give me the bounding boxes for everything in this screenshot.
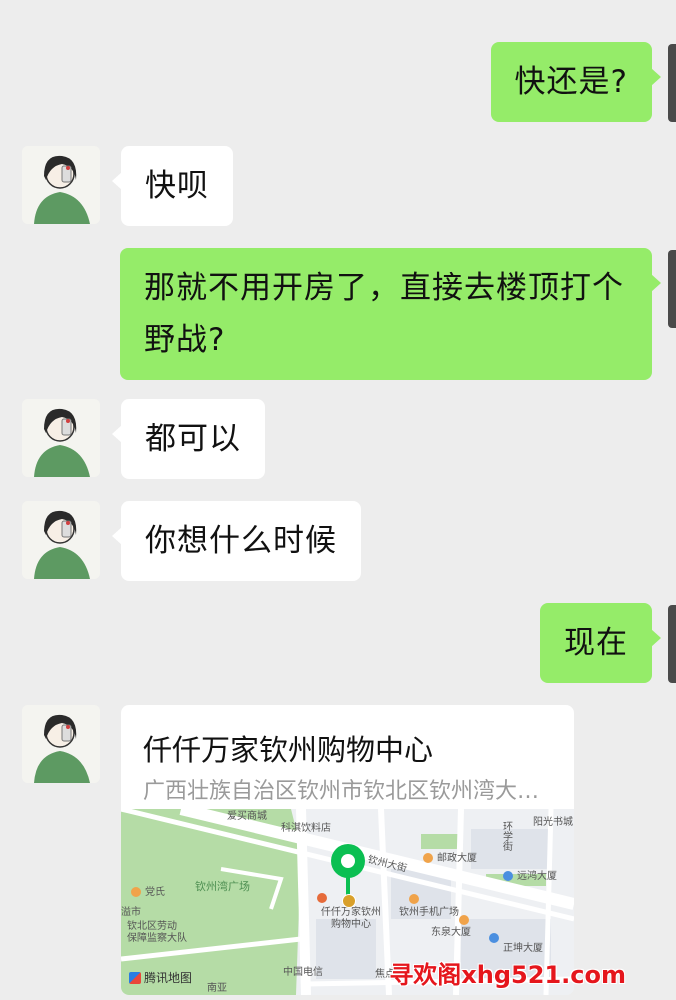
message-row: 快呗 [0,146,676,226]
message-text: 那就不用开房了，直接去楼顶打个野战? [144,270,624,358]
map-label: 钦州湾广场 [195,880,250,893]
map-label: 阳光书城 [533,817,573,828]
poi-marker [489,933,499,943]
map-label: 东泉大厦 [431,927,471,938]
contact-avatar[interactable] [22,501,100,579]
map-label: 钦北区劳动 保障监察大队 [127,921,187,944]
location-pin-icon [331,844,365,878]
avatar-illustration [22,705,100,783]
contact-avatar[interactable] [22,705,100,783]
avatar-illustration [22,501,100,579]
map-label: 远鸿大厦 [517,871,557,882]
message-row: 那就不用开房了，直接去楼顶打个野战? [0,248,676,380]
message-text: 都可以 [145,421,241,457]
map-label: 溢市 [121,907,141,918]
message-bubble-outgoing[interactable]: 现在 [540,603,661,683]
message-text: 现在 [564,625,628,661]
message-row: 你想什么时候 [0,501,676,581]
message-bubble-outgoing[interactable]: 快还是? [490,42,662,122]
message-text: 快呗 [145,168,209,204]
location-title: 仟仟万家钦州购物中心 [143,733,434,767]
map-label: 中国电信 [283,967,323,978]
my-avatar[interactable] [668,250,676,328]
avatar-illustration [22,399,100,477]
my-avatar[interactable] [668,605,676,683]
location-card[interactable]: 仟仟万家钦州购物中心 广西壮族自治区钦州市钦北区钦州湾大… 爱买商城 科淇饮料店… [121,705,574,995]
message-bubble-outgoing[interactable]: 那就不用开房了，直接去楼顶打个野战? [120,248,661,380]
poi-marker [423,853,433,863]
map-label: 仟仟万家钦州 购物中心 [321,907,381,930]
map-provider-label: 腾讯地图 [144,971,193,985]
message-row: 快还是? [0,42,676,122]
message-row: 都可以 [0,399,676,479]
message-text: 快还是? [514,64,628,100]
avatar-illustration [22,146,100,224]
map-label: 环 学 街 [503,822,513,853]
watermark: 寻欢阁xhg521.com [389,961,626,989]
contact-avatar[interactable] [22,146,100,224]
location-pin-dot [342,894,356,908]
message-bubble-incoming[interactable]: 都可以 [112,399,265,479]
message-text: 你想什么时候 [145,523,337,559]
map-label: 邮政大厦 [437,853,477,864]
poi-marker [503,871,513,881]
message-bubble-incoming[interactable]: 快呗 [112,146,233,226]
map-provider: 腾讯地图 [129,969,192,986]
poi-marker [459,915,469,925]
map-label: 爱买商城 [227,811,267,822]
map-label: 科淇饮料店 [281,823,331,834]
my-avatar[interactable] [668,44,676,122]
message-row: 现在 [0,603,676,683]
map-label: 钦州手机广场 [399,907,459,918]
tencent-map-logo-icon [129,971,141,984]
contact-avatar[interactable] [22,399,100,477]
message-bubble-incoming[interactable]: 你想什么时候 [112,501,361,581]
map-label: 党氏 [145,887,165,898]
poi-marker [409,894,419,904]
location-address: 广西壮族自治区钦州市钦北区钦州湾大… [143,779,540,804]
poi-marker [131,887,141,897]
poi-marker [317,893,327,903]
map-label: 南亚 [207,983,227,994]
map-label: 正坤大厦 [503,943,543,954]
